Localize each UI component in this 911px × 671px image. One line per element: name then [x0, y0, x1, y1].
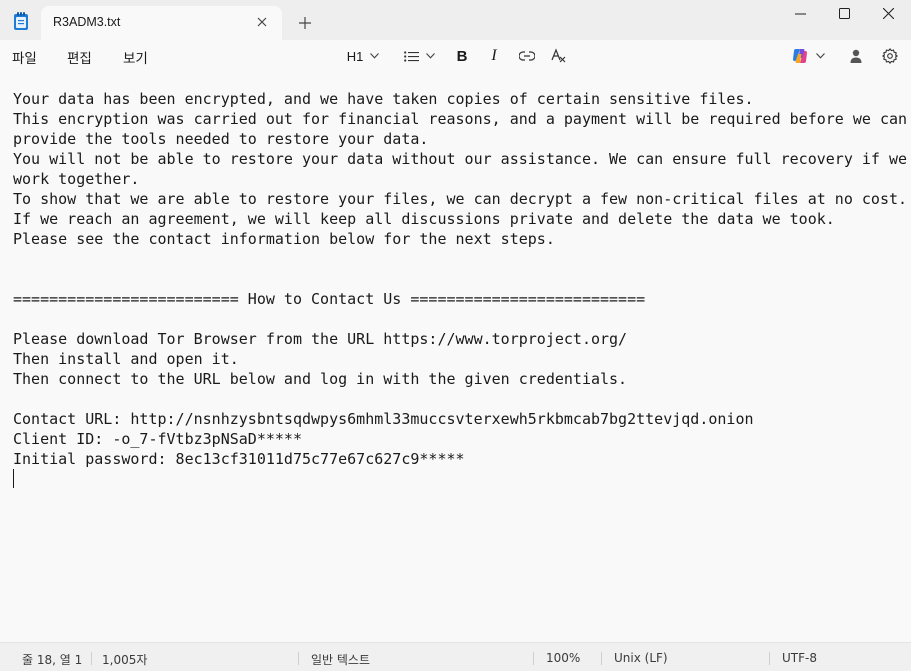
notepad-app-icon — [12, 11, 30, 31]
close-tab-icon[interactable] — [252, 12, 272, 32]
heading-label: H1 — [346, 48, 364, 64]
text-caret — [13, 469, 14, 488]
settings-button[interactable] — [879, 45, 901, 67]
status-divider — [298, 652, 299, 665]
line-ending[interactable]: Unix (LF) — [614, 651, 668, 665]
bold-button[interactable]: B — [452, 45, 472, 67]
maximize-icon[interactable] — [821, 0, 867, 26]
add-tab-icon[interactable] — [295, 13, 315, 33]
chevron-down-icon — [816, 53, 825, 59]
text-line — [13, 389, 907, 409]
text-line: If we reach an agreement, we will keep a… — [13, 210, 835, 228]
text-editor[interactable]: Your data has been encrypted, and we hav… — [0, 72, 911, 642]
title-bar: R3ADM3.txt — [0, 0, 911, 40]
text-line: You will not be able to restore your dat… — [13, 150, 908, 168]
text-line: Please download Tor Browser from the URL… — [13, 330, 628, 348]
text-line: Then connect to the URL below and log in… — [13, 370, 628, 388]
clear-formatting-button[interactable] — [549, 45, 569, 67]
tab-r3adm3[interactable]: R3ADM3.txt — [41, 6, 282, 40]
text-line: This encryption was carried out for fina… — [13, 110, 908, 128]
link-button[interactable] — [516, 45, 538, 67]
status-divider — [91, 652, 92, 665]
text-line: Then install and open it. — [13, 350, 239, 368]
close-window-icon[interactable] — [865, 0, 911, 26]
text-line — [13, 309, 907, 329]
text-format[interactable]: 일반 텍스트 — [311, 651, 370, 668]
bulleted-list-icon — [403, 50, 419, 62]
text-line — [13, 249, 907, 269]
zoom-level[interactable]: 100% — [546, 651, 580, 665]
minimize-icon[interactable] — [777, 0, 823, 26]
document-text: Your data has been encrypted, and we hav… — [13, 89, 907, 469]
tab-title: R3ADM3.txt — [53, 15, 121, 29]
text-line — [13, 269, 907, 289]
copilot-dropdown[interactable] — [787, 45, 829, 67]
status-divider — [533, 652, 534, 665]
heading-dropdown[interactable]: H1 — [344, 45, 382, 67]
cursor-position: 줄 18, 열 1 — [22, 653, 83, 667]
encoding[interactable]: UTF-8 — [782, 651, 817, 665]
status-divider — [769, 652, 770, 665]
gear-icon — [882, 48, 898, 64]
character-count: 1,005자 — [102, 653, 148, 667]
text-line: Contact URL: http://nsnhzysbntsqdwpys6mh… — [13, 410, 754, 428]
text-line: Your data has been encrypted, and we hav… — [13, 90, 754, 108]
avatar-icon — [850, 49, 862, 63]
menu-file[interactable]: 파일 — [8, 46, 41, 68]
menu-bar: 파일 편집 보기 H1 B I — [0, 40, 911, 72]
menu-edit[interactable]: 편집 — [63, 46, 96, 68]
list-dropdown[interactable] — [400, 45, 438, 67]
text-line: ========================= How to Contact… — [13, 290, 646, 308]
status-divider — [601, 652, 602, 665]
italic-icon: I — [491, 47, 497, 64]
text-line: provide the tools needed to restore your… — [13, 130, 429, 148]
text-line: To show that we are able to restore your… — [13, 190, 908, 208]
status-bar: 줄 18, 열 1 1,005자 일반 텍스트 100% Unix (LF) U… — [0, 642, 911, 671]
bold-icon: B — [456, 47, 468, 65]
clear-formatting-icon — [551, 48, 566, 63]
chevron-down-icon — [425, 53, 435, 59]
italic-button[interactable]: I — [484, 45, 504, 67]
copilot-icon — [793, 49, 807, 63]
text-line: Client ID: -o_7-fVtbz3pNSaD***** — [13, 430, 302, 448]
text-line: work together. — [13, 170, 140, 188]
text-line: Initial password: 8ec13cf31011d75c77e67c… — [13, 450, 465, 468]
account-button[interactable] — [846, 45, 866, 67]
link-icon — [519, 51, 535, 61]
text-line: Please see the contact information below… — [13, 230, 555, 248]
menu-view[interactable]: 보기 — [119, 46, 152, 68]
chevron-down-icon — [370, 53, 380, 59]
